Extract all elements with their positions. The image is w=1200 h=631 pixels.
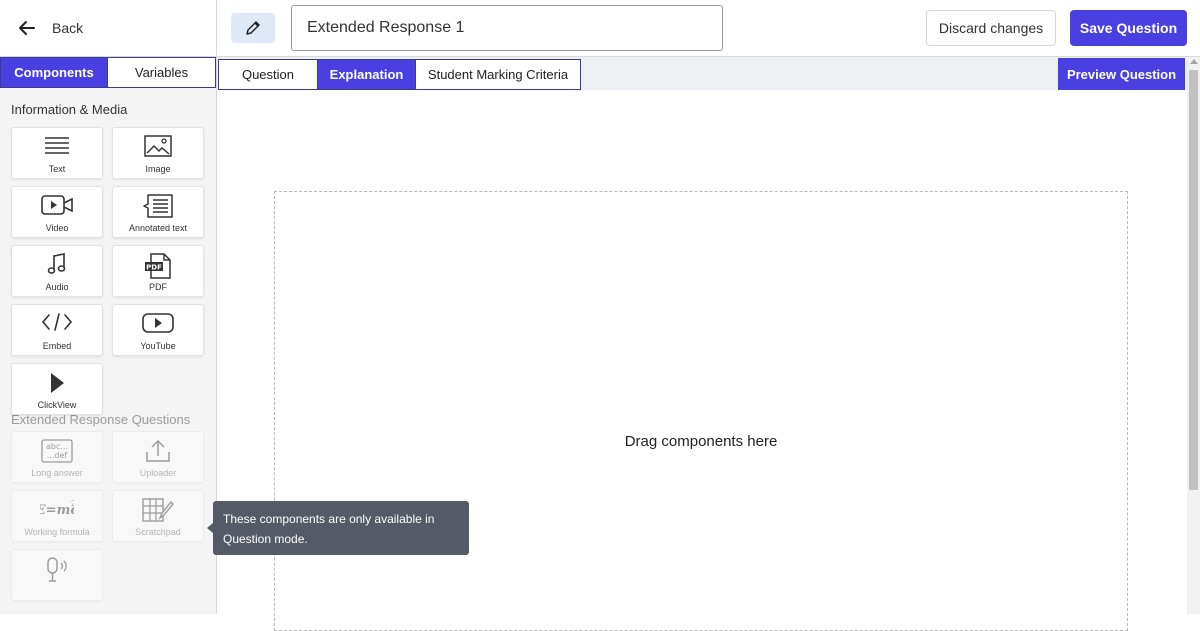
information-media-grid: Text Image Video Annotated text Audio PD… — [0, 120, 216, 415]
edit-title-button[interactable] — [231, 13, 275, 43]
component-label: Annotated text — [128, 223, 188, 233]
scrollbar-thumb[interactable] — [1189, 70, 1198, 490]
component-text[interactable]: Text — [11, 127, 103, 179]
editor-tabs-bar: Question Explanation Student Marking Cri… — [217, 57, 1187, 90]
component-label: ClickView — [37, 400, 77, 410]
code-brackets-icon — [41, 313, 73, 331]
svg-text:...def: ...def — [47, 451, 68, 460]
top-bar: Back Discard changes Save Question — [0, 0, 1200, 57]
sidebar-tabs: Components Variables — [0, 57, 216, 88]
component-label: Scratchpad — [135, 527, 181, 537]
back-button[interactable]: Back — [18, 14, 83, 42]
dropzone-text: Drag components here — [624, 433, 778, 450]
video-camera-icon — [41, 195, 73, 215]
component-label: Video — [45, 223, 69, 233]
extended-response-grid: abc......def Long answer Uploader E=mc2 … — [0, 430, 216, 614]
long-answer-icon: abc......def — [41, 439, 73, 463]
music-note-icon — [47, 253, 66, 274]
tab-components[interactable]: Components — [0, 57, 108, 88]
scroll-up-arrow-icon[interactable] — [1190, 59, 1198, 64]
component-pdf[interactable]: PDF PDF — [112, 245, 204, 297]
component-scratchpad: Scratchpad — [112, 490, 204, 542]
image-icon — [144, 135, 172, 157]
component-audio[interactable]: Audio — [11, 245, 103, 297]
svg-text:2: 2 — [71, 500, 74, 508]
section-title-information-media: Information & Media — [11, 102, 128, 117]
component-label: Audio — [45, 282, 69, 292]
divider — [216, 0, 217, 57]
component-label: Text — [48, 164, 66, 174]
component-label: Uploader — [139, 468, 177, 478]
svg-text:E=mc: E=mc — [40, 503, 74, 518]
component-uploader: Uploader — [112, 431, 204, 483]
tab-question[interactable]: Question — [218, 59, 318, 90]
component-label: PDF — [149, 282, 167, 292]
component-annotated-text[interactable]: Annotated text — [112, 186, 204, 238]
arrow-left-icon — [19, 21, 35, 35]
upload-icon — [146, 439, 170, 462]
pdf-file-icon: PDF — [145, 253, 171, 279]
question-title-input[interactable] — [291, 5, 723, 51]
annotated-text-icon — [143, 194, 173, 218]
component-video[interactable]: Video — [11, 186, 103, 238]
discard-changes-button[interactable]: Discard changes — [926, 10, 1056, 46]
component-label: YouTube — [140, 341, 176, 351]
component-audio-response — [11, 549, 103, 601]
component-clickview[interactable]: ClickView — [11, 363, 103, 415]
text-lines-icon — [45, 137, 69, 154]
components-sidebar: Components Variables Information & Media… — [0, 57, 217, 614]
component-embed[interactable]: Embed — [11, 304, 103, 356]
component-working-formula: E=mc2 Working formula — [11, 490, 103, 542]
save-question-button[interactable]: Save Question — [1070, 10, 1187, 46]
svg-text:PDF: PDF — [146, 264, 162, 272]
formula-icon: E=mc2 — [40, 500, 74, 518]
pencil-icon — [246, 21, 260, 35]
component-label: Image — [145, 164, 171, 174]
tab-student-marking-criteria[interactable]: Student Marking Criteria — [415, 59, 581, 90]
clickview-play-icon — [51, 373, 64, 393]
component-long-answer: abc... ...def Long answer — [11, 431, 103, 483]
back-label: Back — [52, 20, 84, 36]
component-label: Long answer — [31, 468, 83, 478]
scratchpad-icon — [142, 498, 174, 522]
preview-question-button[interactable]: Preview Question — [1058, 58, 1185, 90]
component-youtube[interactable]: YouTube — [112, 304, 204, 356]
microphone-icon — [47, 557, 67, 582]
component-image[interactable]: Image — [112, 127, 204, 179]
component-dropzone[interactable]: Drag components here — [274, 191, 1128, 631]
tab-explanation[interactable]: Explanation — [317, 59, 416, 90]
component-label: Embed — [42, 341, 72, 351]
svg-text:abc...: abc... — [46, 442, 68, 451]
tab-variables[interactable]: Variables — [108, 57, 216, 88]
page-scrollbar[interactable] — [1187, 57, 1200, 614]
youtube-play-icon — [142, 313, 174, 333]
tooltip: These components are only available in Q… — [213, 501, 469, 555]
component-label: Working formula — [24, 527, 90, 537]
